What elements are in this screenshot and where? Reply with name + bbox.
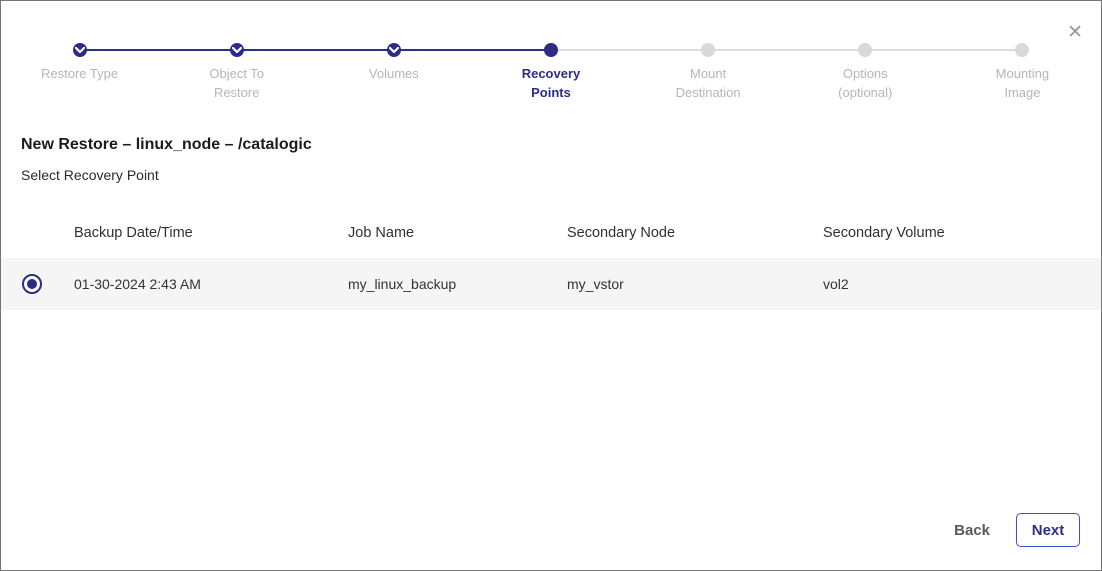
table-row[interactable]: 01-30-2024 2:43 AM my_linux_backup my_vs… (1, 258, 1101, 310)
next-button[interactable]: Next (1016, 513, 1080, 547)
step-connector (237, 49, 394, 51)
step-connector (80, 49, 237, 51)
step-connector (708, 49, 865, 51)
wizard-stepper: Restore Type Object To Restore Volumes R… (1, 1, 1101, 103)
step-done-dot (230, 43, 244, 57)
step-label: Object To Restore (191, 65, 283, 103)
step-upcoming-dot (858, 43, 872, 57)
step-connector (865, 49, 1022, 51)
page-subtitle: Select Recovery Point (21, 167, 1101, 183)
step-restore-type[interactable]: Restore Type (1, 43, 158, 103)
check-icon (232, 41, 242, 59)
step-label: Recovery Points (505, 65, 597, 103)
step-label: Mounting Image (976, 65, 1068, 103)
column-header-secondary-volume: Secondary Volume (823, 225, 1101, 241)
step-label: Options (optional) (819, 65, 911, 103)
step-object-to-restore[interactable]: Object To Restore (158, 43, 315, 103)
page-title: New Restore – linux_node – /catalogic (21, 136, 1101, 154)
column-header-backup-datetime: Backup Date/Time (74, 225, 348, 241)
step-options-optional[interactable]: Options (optional) (787, 43, 944, 103)
cell-job-name: my_linux_backup (348, 276, 567, 292)
wizard-footer: Back Next (954, 513, 1080, 547)
table-header-row: Backup Date/Time Job Name Secondary Node… (1, 208, 1101, 258)
recovery-point-radio[interactable] (22, 274, 42, 294)
step-label: Restore Type (41, 65, 118, 84)
column-header-job-name: Job Name (348, 225, 567, 241)
cell-secondary-node: my_vstor (567, 276, 823, 292)
step-label: Volumes (369, 65, 419, 84)
step-connector (551, 49, 708, 51)
back-button[interactable]: Back (954, 522, 990, 539)
step-volumes[interactable]: Volumes (315, 43, 472, 103)
close-icon[interactable]: ✕ (1067, 23, 1083, 42)
cell-secondary-volume: vol2 (823, 276, 1101, 292)
step-mounting-image[interactable]: Mounting Image (944, 43, 1101, 103)
check-icon (389, 41, 399, 59)
check-icon (75, 41, 85, 59)
column-header-secondary-node: Secondary Node (567, 225, 823, 241)
step-recovery-points[interactable]: Recovery Points (472, 43, 629, 103)
step-connector (394, 49, 551, 51)
cell-backup-datetime: 01-30-2024 2:43 AM (74, 276, 348, 292)
step-upcoming-dot (701, 43, 715, 57)
step-mount-destination[interactable]: Mount Destination (630, 43, 787, 103)
step-done-dot (387, 43, 401, 57)
step-done-dot (73, 43, 87, 57)
step-upcoming-dot (1015, 43, 1029, 57)
step-active-dot (544, 43, 558, 57)
step-label: Mount Destination (662, 65, 754, 103)
radio-selected-dot (27, 279, 37, 289)
